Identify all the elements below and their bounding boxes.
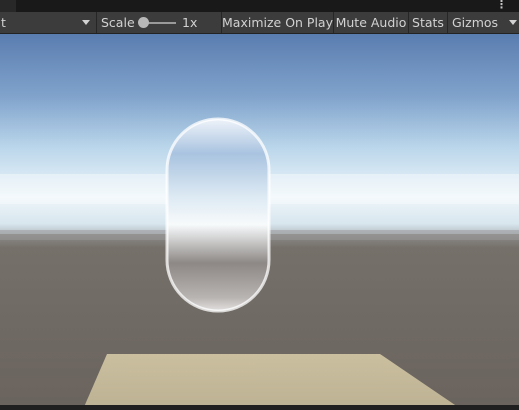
chevron-down-icon [82, 20, 90, 25]
chevron-down-icon [509, 20, 517, 25]
stats-button[interactable]: Stats [409, 12, 447, 33]
aspect-dropdown[interactable]: t [0, 12, 96, 33]
capsule [167, 119, 269, 311]
game-view-window: ⋮ t Scale 1x Maximize On Play Mute Audio… [0, 0, 519, 410]
scale-label: Scale [101, 15, 135, 30]
maximize-on-play-button[interactable]: Maximize On Play [222, 12, 333, 33]
scene-render [0, 34, 519, 407]
gizmos-label: Gizmos [452, 15, 499, 30]
scale-slider-thumb[interactable] [138, 17, 149, 28]
window-bottom-edge [0, 405, 519, 410]
scale-value: 1x [182, 15, 198, 30]
tab-strip: ⋮ [0, 0, 519, 12]
aspect-dropdown-label: t [1, 15, 6, 30]
vertical-ellipsis-icon[interactable]: ⋮ [496, 0, 507, 11]
mute-audio-button[interactable]: Mute Audio [334, 12, 408, 33]
tab-edge [0, 0, 16, 12]
toolbar-divider [96, 12, 97, 33]
game-viewport[interactable] [0, 34, 519, 407]
gizmos-dropdown[interactable]: Gizmos [448, 12, 519, 33]
game-view-toolbar: t Scale 1x Maximize On Play Mute Audio S… [0, 12, 519, 34]
